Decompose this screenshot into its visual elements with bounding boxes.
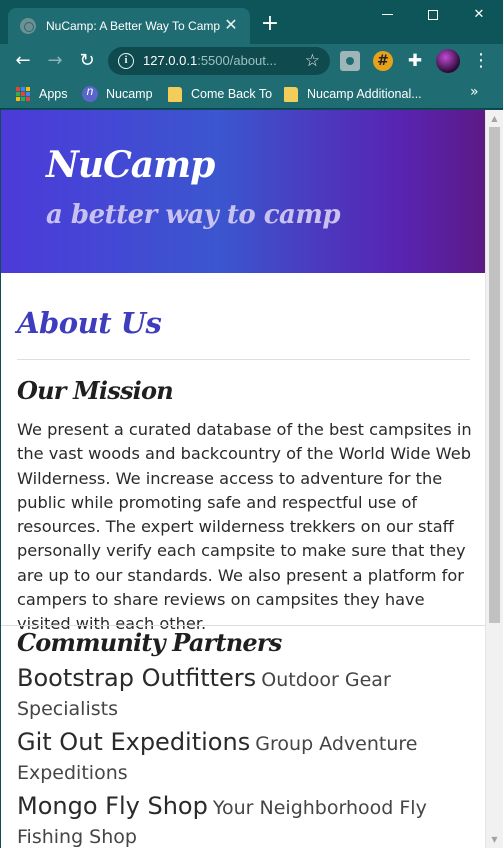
- partner-item: Git Out Expeditions Group Adventure Expe…: [17, 728, 473, 788]
- close-icon[interactable]: ✕: [222, 16, 240, 34]
- window-close-button[interactable]: ✕: [456, 4, 502, 26]
- plus-icon[interactable]: +: [258, 12, 282, 36]
- bookmark-label: Nucamp Additional...: [307, 87, 422, 101]
- reload-icon[interactable]: ↻: [74, 48, 100, 74]
- scroll-down-icon[interactable]: ▼: [486, 831, 503, 848]
- star-icon[interactable]: ☆: [305, 50, 320, 72]
- partner-name: Git Out Expeditions: [17, 728, 251, 756]
- browser-toolbar: ← → ↻ i 127.0.0.1:5500/about... ☆ ✚ ⋮: [0, 44, 503, 78]
- bookmark-apps[interactable]: Apps: [16, 85, 68, 103]
- scroll-up-icon[interactable]: ▲: [486, 110, 503, 127]
- partner-name: Mongo Fly Shop: [17, 792, 208, 820]
- bookmark-come-back-to[interactable]: Come Back To: [168, 85, 272, 103]
- partner-name: Bootstrap Outfitters: [17, 664, 257, 692]
- chevron-double-right-icon[interactable]: »: [470, 84, 479, 100]
- arrow-right-icon[interactable]: →: [42, 48, 68, 74]
- bookmark-nucamp[interactable]: Nucamp: [82, 84, 153, 103]
- url-text[interactable]: 127.0.0.1:5500/about...: [143, 53, 277, 68]
- browser-tab[interactable]: NuCamp: A Better Way To Camp ✕: [8, 8, 250, 44]
- address-bar[interactable]: i 127.0.0.1:5500/about... ☆: [108, 47, 330, 75]
- divider: [1, 625, 485, 626]
- grid-badge-icon[interactable]: [373, 51, 393, 71]
- minimize-button[interactable]: [364, 4, 410, 26]
- divider: [17, 359, 470, 360]
- folder-icon: [168, 86, 182, 102]
- bookmarks-bar: Apps Nucamp Come Back To Nucamp Addition…: [0, 78, 503, 109]
- url-host: 127.0.0.1: [143, 53, 198, 68]
- url-path: :5500/about...: [197, 53, 277, 68]
- nucamp-logo-icon: [82, 84, 98, 102]
- page-scrollbar[interactable]: ▲ ▼: [485, 110, 503, 848]
- partner-item: Bootstrap Outfitters Outdoor Gear Specia…: [17, 664, 473, 724]
- puzzle-icon[interactable]: ✚: [405, 51, 425, 71]
- tab-title: NuCamp: A Better Way To Camp: [46, 19, 221, 33]
- partners-heading: Community Partners: [17, 628, 282, 657]
- maximize-button[interactable]: [410, 4, 456, 26]
- mission-text: We present a curated database of the bes…: [17, 420, 472, 634]
- mission-heading: Our Mission: [17, 376, 174, 405]
- profile-avatar-icon[interactable]: [436, 49, 460, 73]
- folder-icon: [284, 86, 298, 102]
- bookmark-label: Come Back To: [191, 87, 273, 101]
- bookmark-nucamp-additional[interactable]: Nucamp Additional...: [284, 85, 422, 103]
- bookmark-label: Apps: [39, 87, 68, 101]
- bookmark-label: Nucamp: [106, 87, 153, 101]
- page-title: About Us: [17, 306, 162, 340]
- partner-item: Mongo Fly Shop Your Neighborhood Fly Fis…: [17, 792, 473, 848]
- page-viewport: NuCamp a better way to camp About Us Our…: [1, 110, 485, 848]
- apps-grid-icon: [16, 86, 31, 102]
- camera-icon[interactable]: [340, 51, 360, 71]
- site-brand: NuCamp: [46, 144, 215, 186]
- scrollbar-thumb[interactable]: [489, 127, 500, 623]
- arrow-left-icon[interactable]: ←: [10, 48, 36, 74]
- site-tagline: a better way to camp: [46, 200, 341, 230]
- browser-title-bar: NuCamp: A Better Way To Camp ✕ + ✕: [0, 0, 503, 44]
- jumbotron-header: NuCamp a better way to camp: [1, 110, 485, 273]
- info-icon[interactable]: i: [118, 53, 134, 69]
- kebab-menu-icon[interactable]: ⋮: [470, 50, 492, 72]
- globe-icon: [20, 18, 36, 34]
